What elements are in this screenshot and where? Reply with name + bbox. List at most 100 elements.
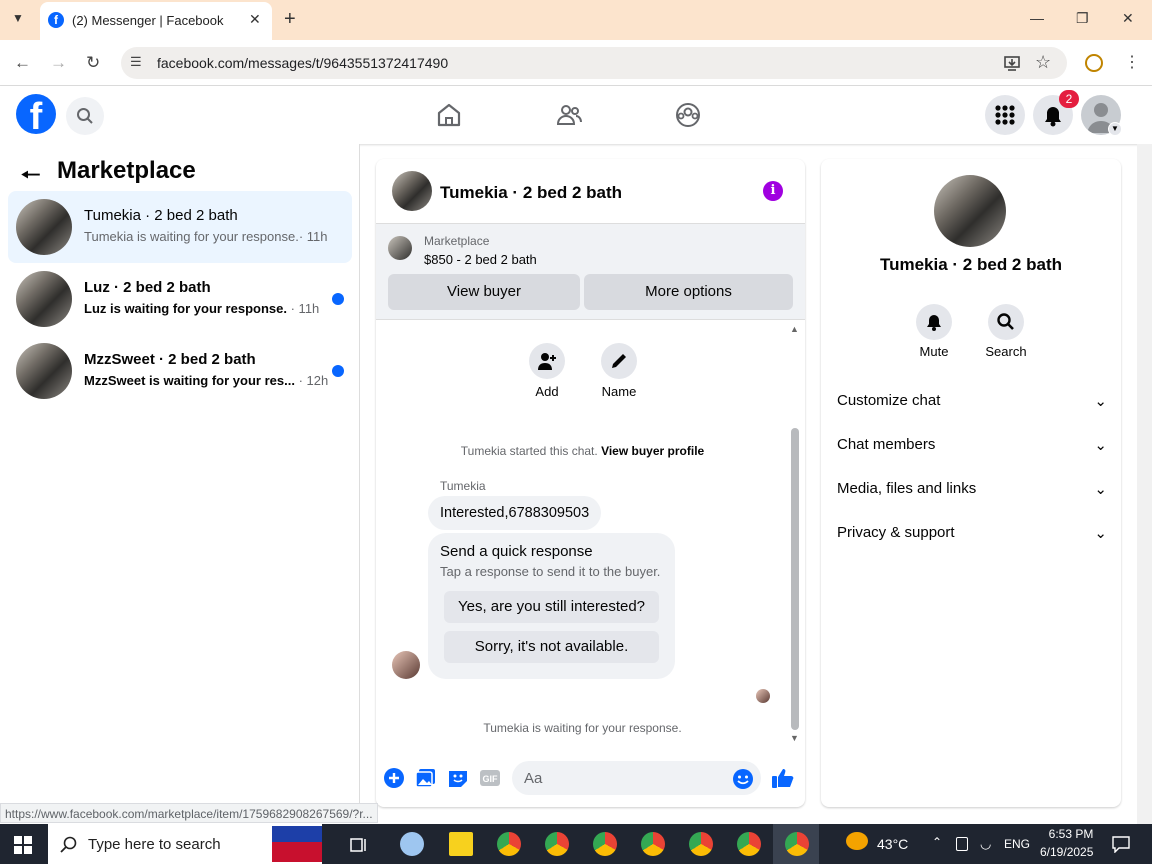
- chrome-icon[interactable]: [593, 832, 617, 856]
- quick-response-not-available-button[interactable]: Sorry, it's not available.: [444, 631, 659, 663]
- bookmark-star-icon[interactable]: ☆: [1035, 52, 1051, 73]
- clock-date[interactable]: 6/19/2025: [1040, 845, 1093, 859]
- notification-badge: 2: [1059, 90, 1079, 108]
- sticker-icon[interactable]: [447, 767, 469, 789]
- chevron-down-icon: ⌄: [1094, 481, 1107, 498]
- avatar: [16, 199, 72, 255]
- sender-name: Tumekia: [440, 479, 486, 493]
- customize-chat-row[interactable]: Customize chat ⌄: [837, 392, 1107, 416]
- privacy-support-row[interactable]: Privacy & support ⌄: [837, 524, 1107, 548]
- search-in-chat-icon[interactable]: [988, 304, 1024, 340]
- groups-icon[interactable]: [674, 101, 702, 129]
- paint-app-icon[interactable]: [400, 832, 424, 856]
- task-view-icon[interactable]: [350, 836, 368, 854]
- chat-scrollbar-thumb[interactable]: [791, 428, 799, 730]
- chrome-icon[interactable]: [545, 832, 569, 856]
- friends-icon[interactable]: [555, 101, 583, 129]
- edit-name-pencil-icon[interactable]: [601, 343, 637, 379]
- more-options-button[interactable]: More options: [584, 274, 793, 310]
- facebook-logo-icon[interactable]: f: [16, 94, 56, 134]
- view-buyer-button[interactable]: View buyer: [388, 274, 580, 310]
- notification-center-icon[interactable]: [1112, 835, 1130, 853]
- chrome-icon[interactable]: [497, 832, 521, 856]
- scroll-down-arrow-icon[interactable]: ▼: [790, 733, 799, 743]
- chevron-down-icon: ⌄: [1094, 393, 1107, 410]
- listing-thumbnail[interactable]: [388, 236, 412, 260]
- conversation-item-mzzsweet[interactable]: MzzSweet · 2 bed 2 bath MzzSweet is wait…: [8, 335, 352, 407]
- search-icon[interactable]: [66, 97, 104, 135]
- listing-title[interactable]: $850 - 2 bed 2 bath: [424, 252, 537, 267]
- back-icon[interactable]: ←: [14, 53, 31, 73]
- add-person-icon[interactable]: [529, 343, 565, 379]
- browser-menu-icon[interactable]: ⋮: [1124, 52, 1140, 72]
- restore-icon[interactable]: ❐: [1076, 10, 1089, 27]
- plus-circle-icon[interactable]: [383, 767, 405, 789]
- window-close-icon[interactable]: ✕: [1122, 10, 1134, 27]
- new-tab-plus-icon[interactable]: +: [284, 8, 296, 31]
- chrome-icon[interactable]: [737, 832, 761, 856]
- seen-indicator-avatar: [756, 689, 770, 703]
- tab-close-icon[interactable]: ✕: [249, 11, 261, 28]
- tab-search-chevron-icon[interactable]: ▼: [12, 11, 24, 25]
- emoji-icon[interactable]: [732, 768, 754, 790]
- unread-dot: [332, 293, 344, 305]
- chat-members-row[interactable]: Chat members ⌄: [837, 436, 1107, 460]
- reload-icon[interactable]: ↻: [86, 53, 100, 73]
- site-info-icon[interactable]: ☰: [130, 54, 142, 70]
- chrome-icon[interactable]: [785, 832, 809, 856]
- marketplace-label: Marketplace: [424, 234, 490, 248]
- device-icon[interactable]: [956, 837, 968, 851]
- view-buyer-profile-link[interactable]: View buyer profile: [601, 444, 704, 458]
- conversation-preview: Tumekia is waiting for your response.· 1…: [84, 229, 328, 244]
- page-title: Marketplace: [57, 157, 196, 184]
- add-label: Add: [535, 384, 559, 399]
- url-text[interactable]: facebook.com/messages/t/9643551372417490: [157, 55, 448, 71]
- avatar: [16, 343, 72, 399]
- like-thumbs-up-icon[interactable]: [771, 766, 795, 790]
- photo-icon[interactable]: [415, 767, 437, 789]
- chat-header-avatar[interactable]: [392, 171, 432, 211]
- page-scrollbar[interactable]: [1137, 144, 1152, 824]
- home-icon[interactable]: [435, 101, 463, 129]
- link-status-url: https://www.facebook.com/marketplace/ite…: [0, 803, 378, 823]
- menu-grid-icon[interactable]: [985, 95, 1025, 135]
- conversation-item-tumekia[interactable]: Tumekia · 2 bed 2 bath Tumekia is waitin…: [8, 191, 352, 263]
- show-hidden-icons-chevron-icon[interactable]: ⌃: [932, 835, 942, 849]
- temperature[interactable]: 43°C: [877, 836, 908, 852]
- search-label: Search: [985, 344, 1027, 359]
- chrome-icon[interactable]: [641, 832, 665, 856]
- windows-start-icon[interactable]: [14, 836, 32, 854]
- unread-dot: [332, 365, 344, 377]
- chrome-icon[interactable]: [689, 832, 713, 856]
- conversation-name: MzzSweet · 2 bed 2 bath: [84, 351, 256, 368]
- mute-bell-icon[interactable]: [916, 304, 952, 340]
- message-input[interactable]: [512, 761, 761, 795]
- taskbar-search-placeholder: Type here to search: [88, 836, 221, 853]
- chevron-down-icon: ⌄: [1094, 525, 1107, 542]
- account-chevron-down-icon[interactable]: ▼: [1108, 122, 1122, 136]
- gif-icon[interactable]: GIF: [479, 767, 501, 789]
- install-app-icon[interactable]: [1003, 54, 1021, 72]
- profile-name: Tumekia · 2 bed 2 bath: [879, 255, 1062, 274]
- wifi-icon[interactable]: ◡: [980, 836, 991, 852]
- minimize-icon[interactable]: —: [1030, 10, 1044, 26]
- news-widget-icon[interactable]: [272, 826, 322, 862]
- profile-avatar[interactable]: [934, 175, 1006, 247]
- info-icon[interactable]: i: [763, 181, 783, 201]
- avatar: [16, 271, 72, 327]
- message-bubble[interactable]: Interested,6788309503: [428, 496, 602, 530]
- chat-title[interactable]: Tumekia · 2 bed 2 bath: [440, 183, 622, 203]
- mute-label: Mute: [919, 344, 949, 359]
- conversation-item-luz[interactable]: Luz · 2 bed 2 bath Luz is waiting for yo…: [8, 263, 352, 335]
- scroll-up-arrow-icon[interactable]: ▲: [790, 324, 799, 334]
- quick-response-subtitle: Tap a response to send it to the buyer.: [440, 564, 661, 579]
- clock-time[interactable]: 6:53 PM: [1046, 827, 1096, 841]
- sticky-notes-icon[interactable]: [449, 832, 473, 856]
- forward-icon[interactable]: →: [50, 53, 67, 73]
- chevron-down-icon: ⌄: [1094, 437, 1107, 454]
- language-indicator[interactable]: ENG: [1004, 837, 1030, 851]
- media-files-links-row[interactable]: Media, files and links ⌄: [837, 480, 1107, 504]
- profile-icon[interactable]: [1085, 54, 1103, 72]
- quick-response-still-interested-button[interactable]: Yes, are you still interested?: [444, 591, 659, 623]
- weather-icon[interactable]: [846, 832, 868, 850]
